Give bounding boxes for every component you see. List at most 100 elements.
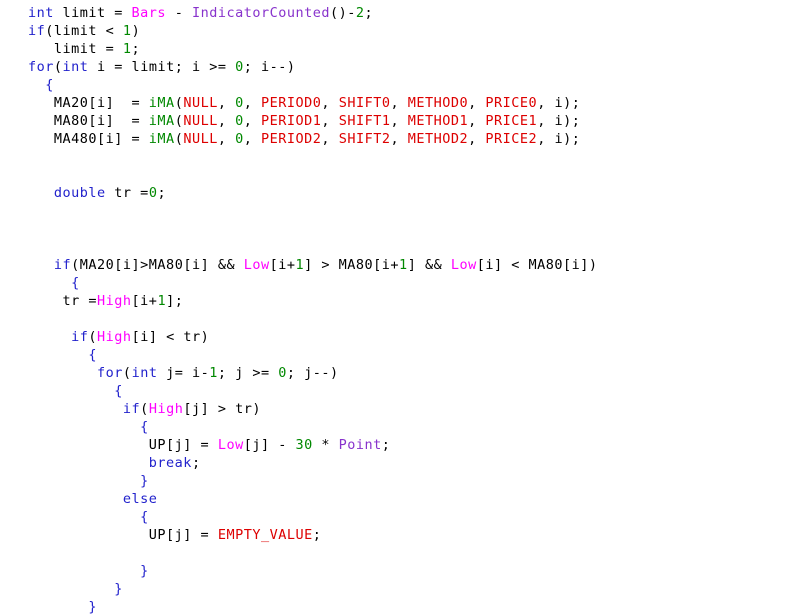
- code-token-plain: (: [88, 329, 98, 345]
- code-token-plain: ; j--): [286, 365, 339, 381]
- code-token-keyword: if: [122, 401, 141, 417]
- code-line[interactable]: for(int i = limit; i >= 0; i--): [0, 58, 800, 76]
- code-line[interactable]: [0, 544, 800, 562]
- code-line[interactable]: MA20[i] = iMA(NULL, 0, PERIOD0, SHIFT0, …: [0, 94, 800, 112]
- code-token-brace: {: [114, 383, 123, 399]
- code-token-plain: [i] < tr): [131, 329, 210, 345]
- code-token-constant: PERIOD2: [261, 131, 322, 147]
- code-token-plain: ,: [243, 95, 262, 111]
- code-line[interactable]: }: [0, 472, 800, 490]
- code-token-constant: METHOD2: [407, 131, 469, 147]
- code-token-plain: [j] > tr): [183, 401, 261, 417]
- code-line[interactable]: [0, 238, 800, 256]
- code-token-function: Point: [338, 437, 382, 453]
- code-line[interactable]: MA80[i] = iMA(NULL, 0, PERIOD1, SHIFT1, …: [0, 112, 800, 130]
- code-token-keyword: for: [97, 365, 123, 381]
- code-line[interactable]: }: [0, 580, 800, 598]
- code-line[interactable]: {: [0, 274, 800, 292]
- code-token-plain: ,: [321, 95, 339, 111]
- code-token-constant: PERIOD1: [261, 113, 322, 129]
- code-line[interactable]: [0, 148, 800, 166]
- code-line[interactable]: UP[j] = Low[j] - 30 * Point;: [0, 436, 800, 454]
- code-token-plain: (limit <: [45, 23, 123, 39]
- code-token-plain: *: [312, 437, 339, 453]
- code-token-plain: ,: [243, 113, 262, 129]
- code-token-plain: ,: [468, 95, 486, 111]
- code-token-constant: PERIOD0: [261, 95, 322, 111]
- code-token-brace: }: [140, 563, 149, 579]
- code-token-number: 0: [235, 113, 244, 129]
- code-token-plain: ; j >=: [217, 365, 279, 381]
- code-token-constant: METHOD1: [407, 113, 469, 129]
- code-line[interactable]: {: [0, 382, 800, 400]
- code-token-number: 1: [399, 257, 408, 273]
- code-token-keyword: if: [53, 257, 72, 273]
- code-line[interactable]: [0, 166, 800, 184]
- code-token-constant: SHIFT1: [338, 113, 391, 129]
- code-token-builtin: High: [148, 401, 184, 417]
- code-line[interactable]: }: [0, 598, 800, 616]
- code-line[interactable]: {: [0, 508, 800, 526]
- code-token-call: iMA: [148, 113, 175, 129]
- code-token-plain: MA480[i] =: [28, 131, 149, 147]
- code-token-plain: ;: [131, 41, 141, 57]
- code-token-number: 1: [157, 293, 167, 309]
- code-line[interactable]: if(MA20[i]>MA80[i] && Low[i+1] > MA80[i+…: [0, 256, 800, 274]
- code-line[interactable]: MA480[i] = iMA(NULL, 0, PERIOD2, SHIFT2,…: [0, 130, 800, 148]
- code-token-number: 30: [295, 437, 313, 453]
- code-line[interactable]: [0, 220, 800, 238]
- code-line[interactable]: {: [0, 346, 800, 364]
- code-token-plain: (: [122, 365, 132, 381]
- code-token-plain: limit =: [28, 41, 123, 57]
- code-token-plain: j= i-: [157, 365, 210, 381]
- code-line[interactable]: int limit = Bars - IndicatorCounted()-2;: [0, 4, 800, 22]
- code-token-call: iMA: [148, 95, 175, 111]
- code-token-number: 0: [235, 131, 244, 147]
- code-token-brace: {: [88, 347, 98, 363]
- code-editor[interactable]: int limit = Bars - IndicatorCounted()-2;…: [0, 0, 800, 615]
- code-token-plain: ,: [243, 131, 262, 147]
- code-line[interactable]: tr =High[i+1];: [0, 292, 800, 310]
- code-line[interactable]: if(High[i] < tr): [0, 328, 800, 346]
- code-line[interactable]: [0, 202, 800, 220]
- code-token-plain: tr =: [105, 185, 149, 201]
- code-line[interactable]: else: [0, 490, 800, 508]
- code-line[interactable]: UP[j] = EMPTY_VALUE;: [0, 526, 800, 544]
- code-line[interactable]: [0, 310, 800, 328]
- code-token-plain: ;: [381, 437, 391, 453]
- code-line[interactable]: {: [0, 418, 800, 436]
- code-token-constant: NULL: [183, 95, 218, 111]
- code-token-constant: METHOD0: [407, 95, 469, 111]
- code-line[interactable]: double tr =0;: [0, 184, 800, 202]
- code-token-plain: -: [166, 5, 192, 21]
- code-token-number: 1: [122, 23, 132, 39]
- code-line[interactable]: }: [0, 562, 800, 580]
- code-token-plain: ,: [468, 131, 486, 147]
- code-token-keyword: break: [148, 455, 192, 471]
- code-token-plain: ,: [217, 131, 236, 147]
- code-token-builtin: High: [97, 293, 132, 309]
- code-token-brace: {: [45, 77, 54, 93]
- code-line[interactable]: limit = 1;: [0, 40, 800, 58]
- code-line[interactable]: {: [0, 76, 800, 94]
- code-token-constant: EMPTY_VALUE: [217, 527, 313, 543]
- code-line[interactable]: if(High[j] > tr): [0, 400, 800, 418]
- code-line[interactable]: if(limit < 1): [0, 22, 800, 40]
- code-token-keyword: if: [71, 329, 89, 345]
- code-line[interactable]: for(int j= i-1; j >= 0; j--): [0, 364, 800, 382]
- code-token-builtin: Low: [243, 257, 270, 273]
- code-token-brace: }: [140, 473, 149, 489]
- code-token-number: 1: [122, 41, 132, 57]
- code-line[interactable]: break;: [0, 454, 800, 472]
- code-token-call: iMA: [148, 131, 175, 147]
